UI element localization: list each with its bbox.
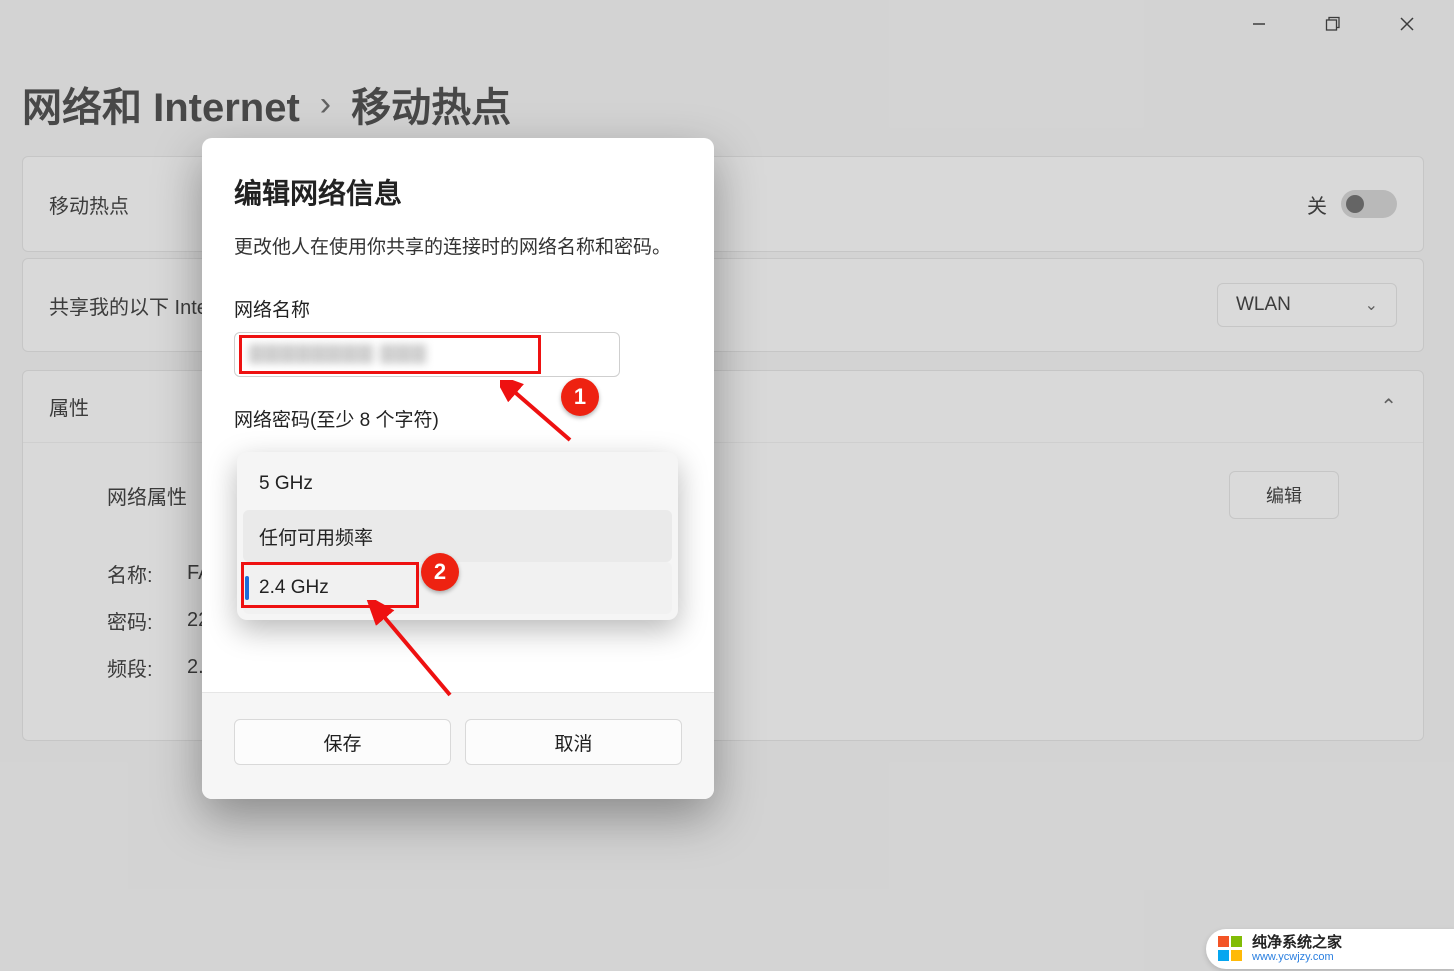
minimize-button[interactable] (1236, 8, 1282, 40)
band-option-any[interactable]: 任何可用频率 (243, 510, 672, 562)
share-from-label: 共享我的以下 Inter (49, 291, 215, 320)
annotation-bubble-2: 2 (421, 553, 459, 591)
maximize-button[interactable] (1310, 8, 1356, 40)
annotation-arrow-2 (360, 600, 460, 700)
network-name-label: 网络名称 (234, 295, 682, 322)
chevron-up-icon: ⌃ (1380, 394, 1397, 419)
network-password-label: 网络密码(至少 8 个字符) (234, 405, 682, 432)
properties-title: 属性 (49, 392, 89, 421)
close-icon (1400, 17, 1414, 31)
band-option-label: 任何可用频率 (259, 523, 373, 550)
share-from-dropdown[interactable]: WLAN ⌄ (1217, 283, 1397, 327)
breadcrumb-parent[interactable]: 网络和 Internet (22, 75, 300, 133)
edit-button[interactable]: 编辑 (1229, 471, 1339, 519)
breadcrumb-current: 移动热点 (351, 75, 511, 133)
network-name-input[interactable]: ▇▇▇▇▇▇▇▇ ▇▇▇ (234, 332, 620, 377)
chevron-right-icon: › (320, 85, 331, 124)
toggle-knob (1346, 195, 1364, 213)
hotspot-toggle-wrap: 关 (1307, 190, 1397, 219)
cancel-button[interactable]: 取消 (465, 719, 682, 765)
breadcrumb: 网络和 Internet › 移动热点 (22, 75, 511, 133)
dialog-description: 更改他人在使用你共享的连接时的网络名称和密码。 (234, 232, 682, 259)
prop-name-key: 名称: (107, 559, 187, 588)
watermark-title: 纯净系统之家 (1252, 935, 1342, 952)
window-title-buttons (1236, 0, 1454, 48)
hotspot-label: 移动热点 (49, 190, 129, 219)
minimize-icon (1252, 17, 1266, 31)
chevron-down-icon: ⌄ (1365, 295, 1378, 315)
network-name-value-blurred: ▇▇▇▇▇▇▇▇ ▇▇▇ (249, 342, 427, 365)
watermark-logo-icon (1218, 936, 1244, 962)
prop-band-key: 频段: (107, 653, 187, 682)
hotspot-toggle[interactable] (1341, 190, 1397, 218)
band-option-label: 5 GHz (259, 473, 313, 495)
dialog-title: 编辑网络信息 (234, 172, 682, 212)
maximize-icon (1325, 16, 1341, 32)
annotation-bubble-1: 1 (561, 378, 599, 416)
hotspot-toggle-state: 关 (1307, 190, 1327, 219)
net-props-label: 网络属性 (107, 481, 187, 510)
save-button[interactable]: 保存 (234, 719, 451, 765)
settings-window: 网络和 Internet › 移动热点 移动热点 关 共享我的以下 Inter … (0, 0, 1454, 971)
share-from-value: WLAN (1236, 294, 1291, 316)
close-button[interactable] (1384, 8, 1430, 40)
watermark-url: www.ycwjzy.com (1252, 951, 1342, 963)
prop-pwd-key: 密码: (107, 606, 187, 635)
band-option-5ghz[interactable]: 5 GHz (243, 458, 672, 510)
watermark: 纯净系统之家 www.ycwjzy.com (1206, 929, 1454, 969)
dialog-actions: 保存 取消 (202, 693, 714, 799)
band-flyout: 5 GHz 任何可用频率 2.4 GHz (237, 452, 678, 620)
